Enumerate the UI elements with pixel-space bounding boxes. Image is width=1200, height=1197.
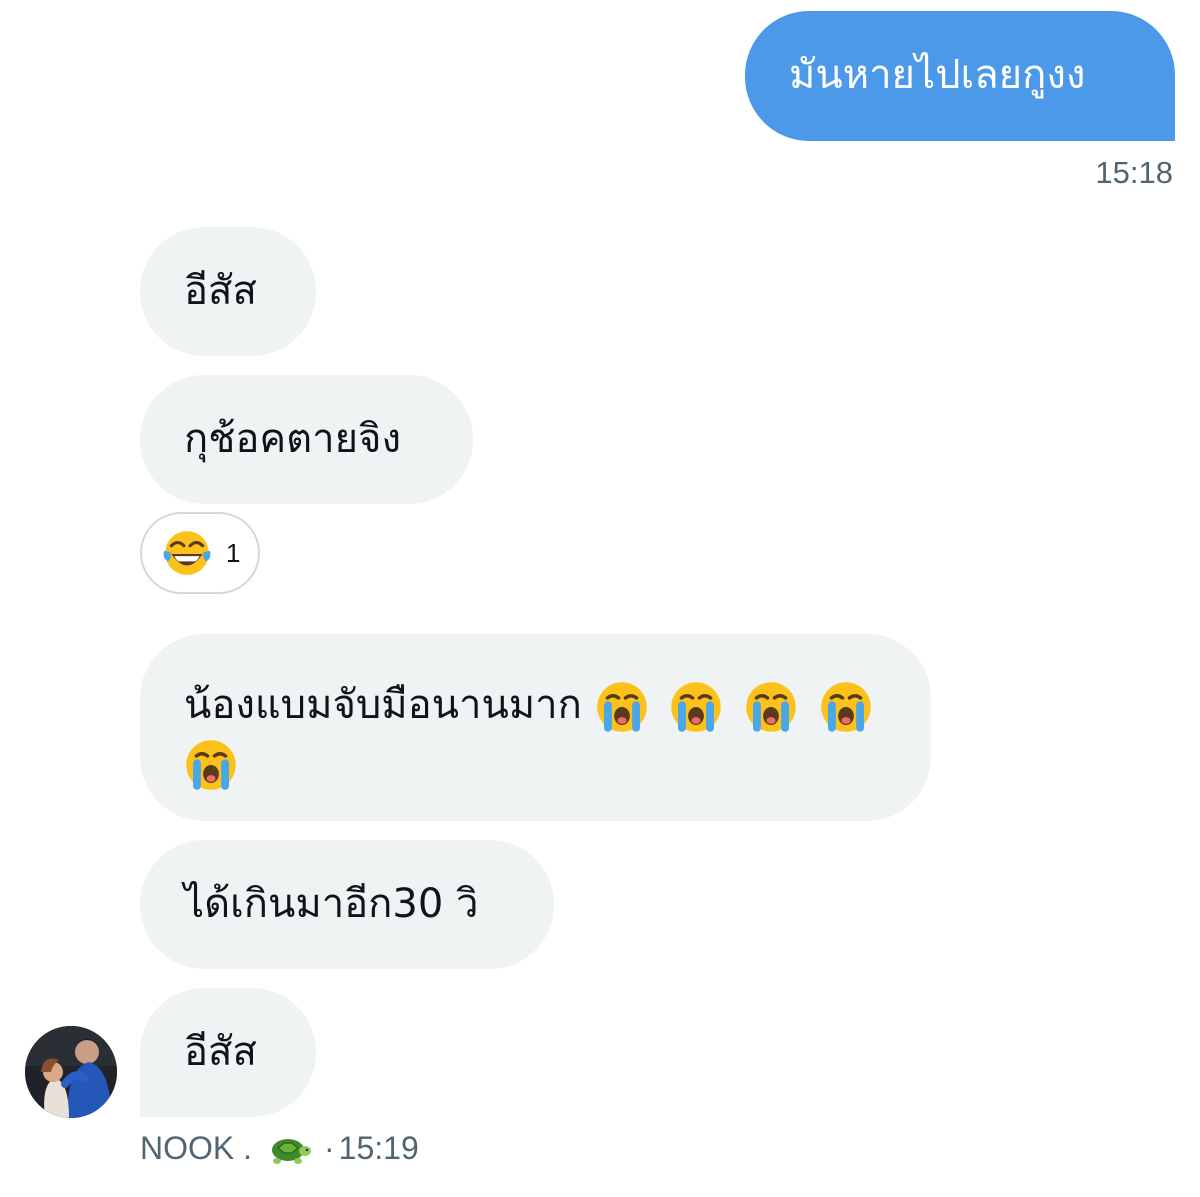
meta-separator: · <box>324 1129 335 1166</box>
message-text: อีสัส <box>184 268 257 314</box>
message-text: อีสัส <box>184 1029 257 1075</box>
incoming-message-bubble[interactable]: อีสัส <box>140 227 316 356</box>
message-timestamp: 15:19 <box>338 1129 419 1166</box>
avatar-image <box>25 1026 117 1118</box>
message-text: มันหายไปเลยกูงง <box>789 52 1086 98</box>
reaction-badge[interactable]: 1 <box>140 512 260 594</box>
face-with-tears-of-joy-icon <box>162 529 212 577</box>
incoming-message-bubble[interactable]: อีสัส <box>140 988 316 1117</box>
sender-meta: NOOK . · 15:19 <box>140 1128 419 1168</box>
sender-name: NOOK . <box>140 1129 253 1166</box>
message-text: น้องแบมจับมือนานมาก <box>184 682 582 728</box>
loudly-crying-face-icon <box>669 680 723 734</box>
loudly-crying-face-icon <box>744 680 798 734</box>
sender-avatar[interactable] <box>25 1026 117 1118</box>
message-text: กุช้อคตายจิง <box>184 416 401 462</box>
loudly-crying-face-icon <box>595 680 649 734</box>
reaction-count: 1 <box>226 537 241 568</box>
loudly-crying-face-icon <box>184 738 238 792</box>
turtle-icon <box>272 1139 312 1164</box>
incoming-message-bubble[interactable]: ได้เกินมาอีก30 วิ <box>140 840 554 969</box>
incoming-message-bubble[interactable]: กุช้อคตายจิง <box>140 375 473 504</box>
message-timestamp: 15:18 <box>1095 155 1173 190</box>
incoming-message-bubble[interactable]: น้องแบมจับมือนานมาก <box>140 634 931 821</box>
message-text: ได้เกินมาอีก30 วิ <box>184 881 479 927</box>
outgoing-message-bubble[interactable]: มันหายไปเลยกูงง <box>745 11 1175 141</box>
loudly-crying-face-icon <box>819 680 873 734</box>
